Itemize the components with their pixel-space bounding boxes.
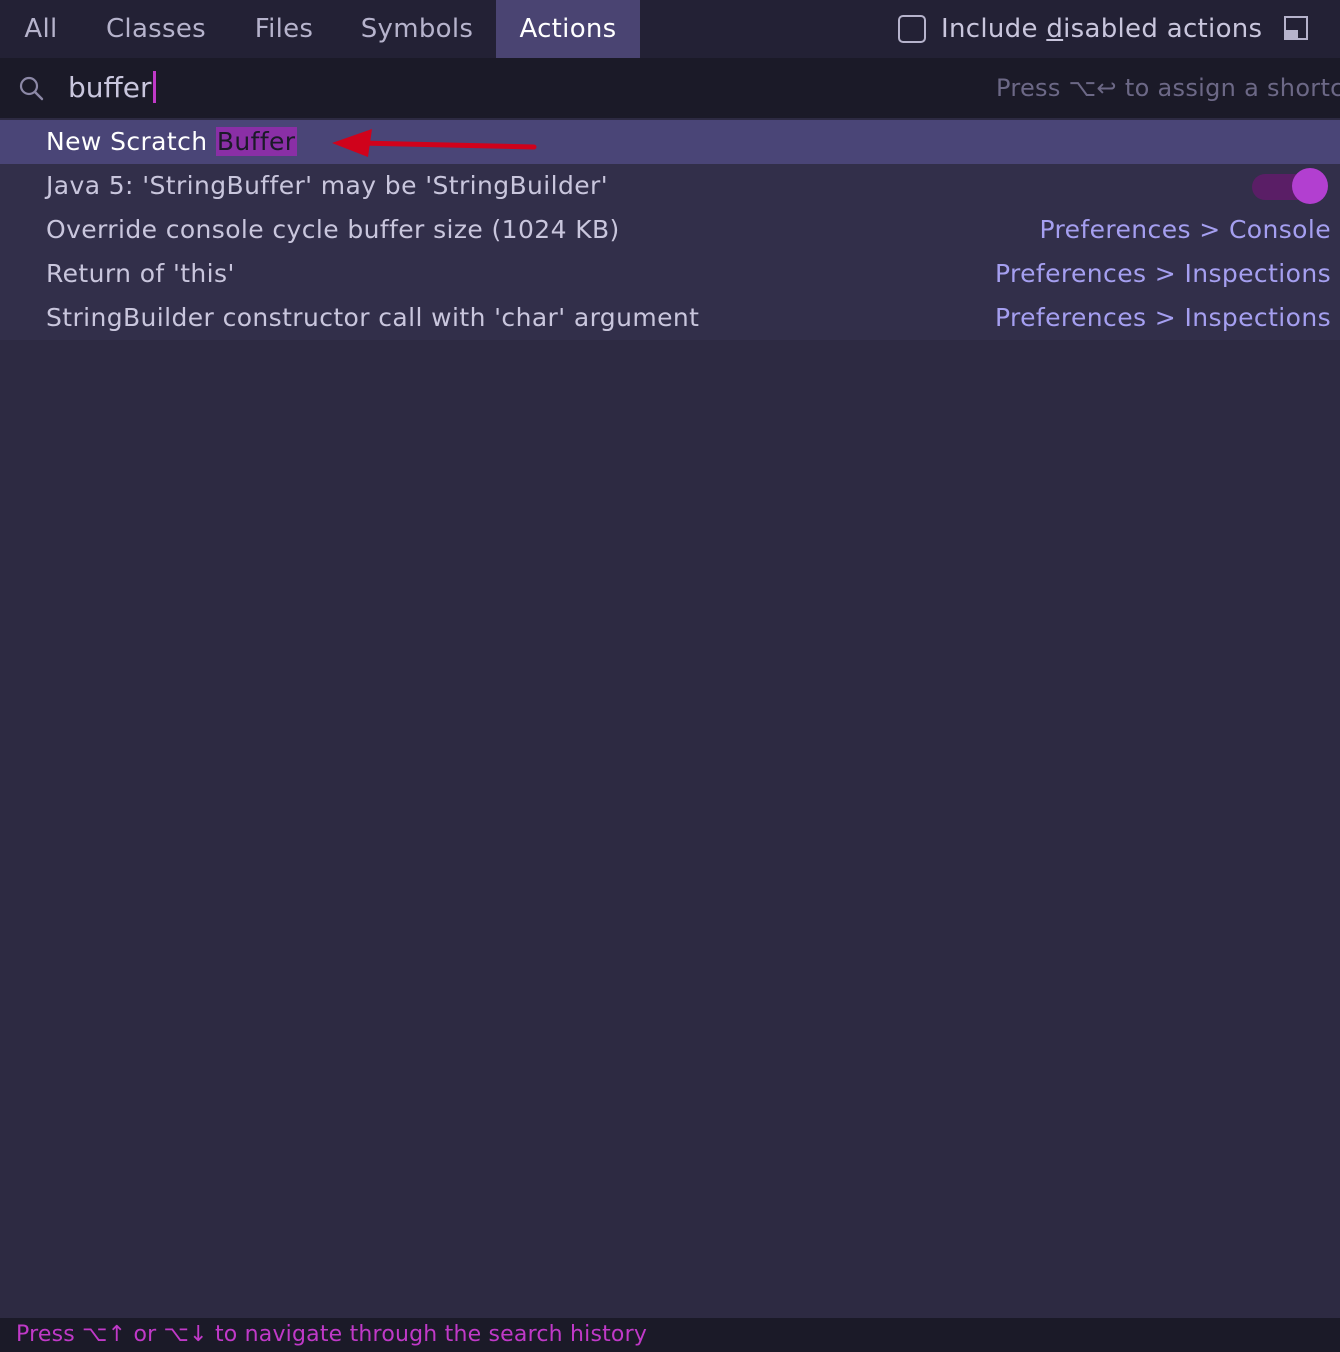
search-input-value: buffer [68,71,152,104]
result-row-return-of-this[interactable]: Return of 'this' Preferences > Inspectio… [0,252,1340,296]
toggle-knob [1292,168,1328,204]
result-row-stringbuilder-char[interactable]: StringBuilder constructor call with 'cha… [0,296,1340,340]
status-bar: Press ⌥↑ or ⌥↓ to navigate through the s… [0,1318,1340,1352]
open-in-tool-window-icon[interactable] [1284,16,1308,40]
tab-all[interactable]: All [0,0,82,58]
inspection-toggle-switch[interactable] [1252,168,1328,204]
text-caret [152,71,156,103]
include-disabled-checkbox[interactable] [898,15,926,43]
search-bar: buffer Press ⌥↩ to assign a shortcu [0,58,1340,118]
result-label: Override console cycle buffer size (1024… [46,215,620,244]
result-location: Preferences > Inspections [994,303,1331,332]
tab-bar: All Classes Files Symbols Actions Includ… [0,0,1340,58]
assign-shortcut-hint: Press ⌥↩ to assign a shortcu [996,74,1340,102]
include-disabled-label: Include disabled actions [941,14,1263,44]
search-icon [19,76,44,101]
result-label: StringBuilder constructor call with 'cha… [46,303,700,332]
result-row-java5-stringbuffer[interactable]: Java 5: 'StringBuffer' may be 'StringBui… [0,164,1340,208]
match-highlight: Buffer [215,127,297,156]
tab-files[interactable]: Files [230,0,338,58]
results-list: New Scratch Buffer Java 5: 'StringBuffer… [0,120,1340,340]
search-input[interactable]: buffer [68,68,156,108]
result-location: Preferences > Console [1039,215,1331,244]
result-label: Java 5: 'StringBuffer' may be 'StringBui… [46,171,608,200]
tab-actions[interactable]: Actions [496,0,640,58]
tab-symbols[interactable]: Symbols [338,0,496,58]
result-label: Return of 'this' [46,259,235,288]
search-everywhere-popup: All Classes Files Symbols Actions Includ… [0,0,1340,1352]
result-location: Preferences > Inspections [994,259,1331,288]
include-disabled-actions-toggle[interactable]: Include disabled actions [898,0,1262,58]
annotation-arrow-icon [332,129,537,157]
result-label: New Scratch Buffer [46,127,297,156]
tab-classes[interactable]: Classes [82,0,230,58]
result-row-override-console-buffer[interactable]: Override console cycle buffer size (1024… [0,208,1340,252]
search-history-hint: Press ⌥↑ or ⌥↓ to navigate through the s… [16,1322,648,1347]
result-row-new-scratch-buffer[interactable]: New Scratch Buffer [0,120,1340,164]
